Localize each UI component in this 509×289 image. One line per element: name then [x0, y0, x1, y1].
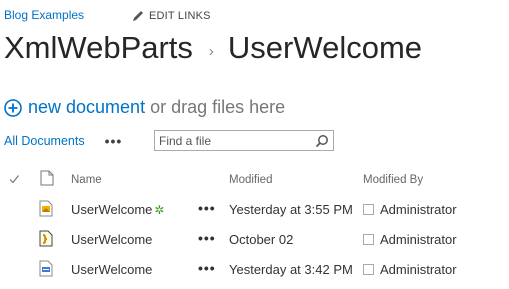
new-document-area: new document or drag files here — [4, 97, 285, 118]
pencil-icon — [133, 11, 143, 21]
xsl-file-icon — [39, 230, 53, 247]
modified-date: Yesterday at 3:42 PM — [229, 262, 353, 277]
breadcrumb: XmlWebParts › UserWelcome — [4, 30, 422, 66]
modified-date: Yesterday at 3:55 PM — [229, 202, 353, 217]
view-more-ellipsis[interactable]: ••• — [105, 133, 123, 149]
table-row[interactable]: UserWelcome ••• October 02 Administrator — [0, 230, 509, 254]
presence-indicator — [363, 204, 374, 216]
xml-web-part-icon — [39, 200, 53, 217]
row-menu-ellipsis[interactable]: ••• — [198, 200, 216, 216]
view-all-documents[interactable]: All Documents — [4, 134, 85, 148]
view-bar: All Documents ••• — [4, 133, 122, 149]
modified-by[interactable]: Administrator — [363, 262, 457, 277]
presence-indicator — [363, 234, 374, 246]
site-link-blog-examples[interactable]: Blog Examples — [4, 8, 84, 22]
search-icon[interactable] — [315, 134, 329, 148]
select-all-checkmark-icon[interactable] — [8, 173, 20, 185]
modified-date: October 02 — [229, 232, 294, 247]
drag-files-text: or drag files here — [150, 97, 286, 117]
new-document-link[interactable]: new document — [28, 97, 145, 118]
table-row[interactable]: UserWelcome ✲ ••• Yesterday at 3:55 PM Ad… — [0, 200, 509, 224]
edit-links-button[interactable]: EDIT LINKS — [131, 9, 211, 23]
presence-indicator — [363, 264, 374, 276]
xml-file-icon — [39, 260, 53, 277]
row-menu-ellipsis[interactable]: ••• — [198, 230, 216, 246]
file-name-link[interactable]: UserWelcome ✲ — [71, 202, 164, 217]
file-name-link[interactable]: UserWelcome — [71, 232, 152, 247]
column-header-modified[interactable]: Modified — [229, 174, 272, 186]
modified-by[interactable]: Administrator — [363, 232, 457, 247]
file-name-link[interactable]: UserWelcome — [71, 262, 152, 277]
edit-links-label: EDIT LINKS — [149, 10, 211, 22]
new-item-badge-icon: ✲ — [154, 203, 165, 217]
breadcrumb-separator: › — [208, 42, 214, 60]
page-title: UserWelcome — [227, 30, 423, 65]
document-type-icon — [40, 170, 54, 186]
column-header-name[interactable]: Name — [71, 174, 102, 186]
modified-by[interactable]: Administrator — [363, 202, 457, 217]
table-row[interactable]: UserWelcome ••• Yesterday at 3:42 PM Adm… — [0, 260, 509, 284]
plus-circle-icon[interactable] — [4, 98, 22, 117]
find-file-input[interactable] — [155, 133, 313, 148]
row-menu-ellipsis[interactable]: ••• — [198, 260, 216, 276]
breadcrumb-parent[interactable]: XmlWebParts — [4, 30, 193, 66]
column-header-modified-by[interactable]: Modified By — [363, 174, 423, 186]
find-file-box — [154, 130, 334, 151]
